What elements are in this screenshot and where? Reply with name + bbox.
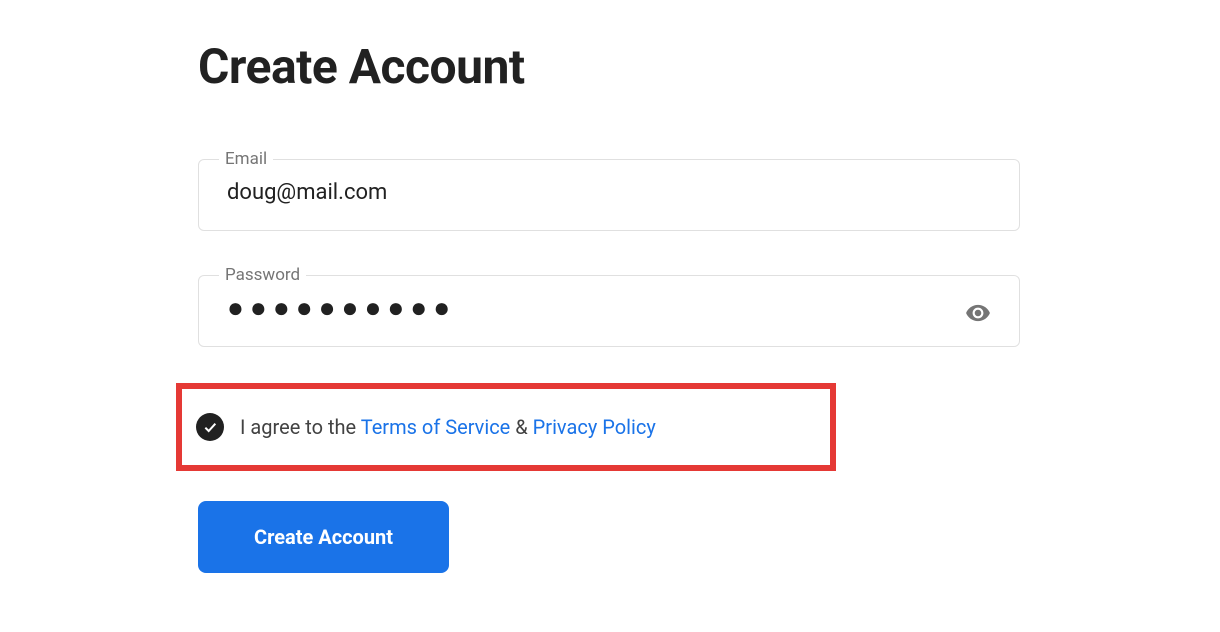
privacy-policy-link[interactable]: Privacy Policy bbox=[533, 415, 656, 439]
password-label: Password bbox=[219, 267, 306, 284]
password-field-wrapper: Password ●●●●●●●●●● bbox=[198, 267, 1020, 347]
toggle-password-visibility-button[interactable] bbox=[957, 292, 999, 334]
page-title: Create Account bbox=[198, 38, 1020, 95]
terms-agreement-highlight: I agree to the Terms of Service & Privac… bbox=[176, 383, 836, 471]
create-account-form: Create Account Email Password ●●●●●●●●●● bbox=[198, 38, 1020, 573]
create-account-button[interactable]: Create Account bbox=[198, 501, 449, 573]
password-fieldset: Password ●●●●●●●●●● bbox=[198, 267, 1020, 347]
email-label: Email bbox=[219, 151, 273, 168]
check-icon bbox=[202, 419, 218, 435]
agree-text: I agree to the Terms of Service & Privac… bbox=[240, 415, 656, 439]
password-input[interactable]: ●●●●●●●●●● bbox=[199, 284, 957, 342]
eye-icon bbox=[965, 300, 991, 326]
agree-checkbox[interactable] bbox=[196, 413, 224, 441]
email-fieldset: Email bbox=[198, 151, 1020, 231]
terms-of-service-link[interactable]: Terms of Service bbox=[361, 415, 511, 439]
agree-prefix: I agree to the bbox=[240, 415, 361, 439]
agree-separator: & bbox=[510, 415, 532, 439]
email-input[interactable] bbox=[199, 168, 1019, 227]
email-field-wrapper: Email bbox=[198, 151, 1020, 231]
